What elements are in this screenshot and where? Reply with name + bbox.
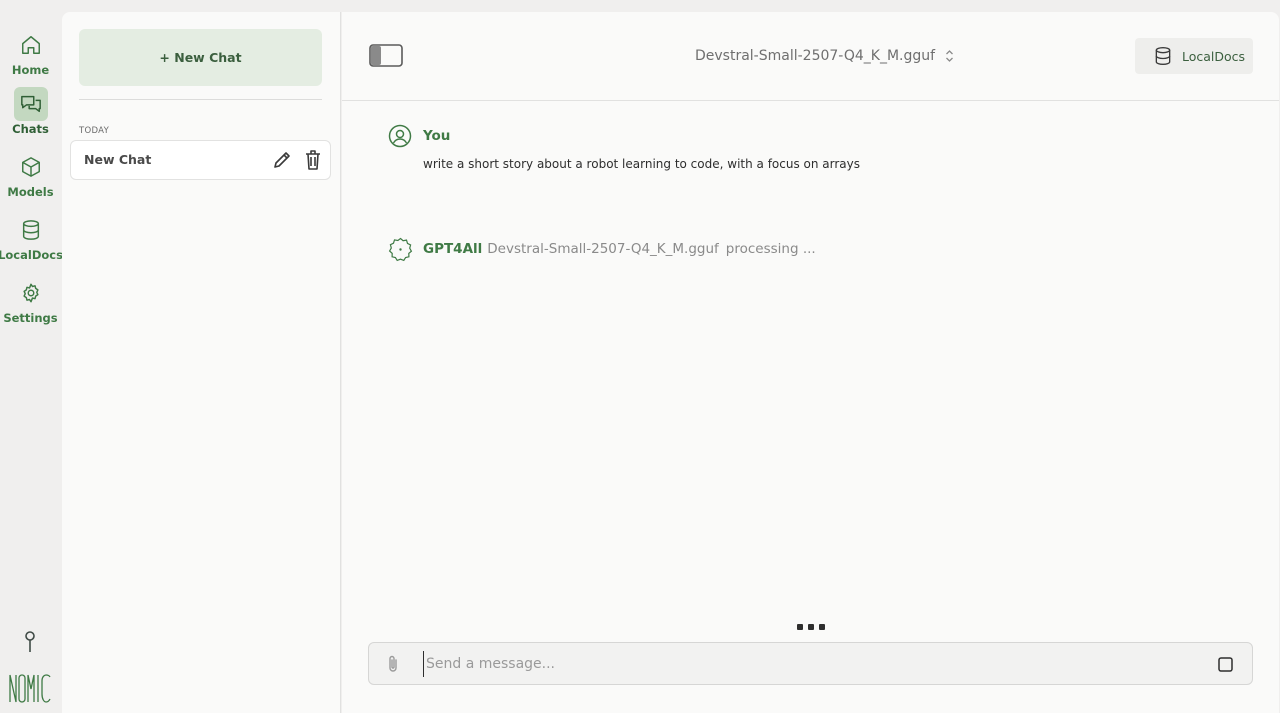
nav-rail: Home Chats Models LocalDocs Settings (0, 0, 63, 713)
localdocs-button-label: LocalDocs (1182, 48, 1246, 64)
rail-label-localdocs: LocalDocs (0, 248, 63, 262)
paperclip-icon[interactable] (385, 654, 401, 674)
trash-icon[interactable] (303, 149, 323, 171)
chevron-up-down-icon (946, 50, 954, 62)
assistant-avatar-icon (388, 237, 413, 262)
rail-label-models: Models (7, 185, 54, 199)
rail-item-localdocs[interactable]: LocalDocs (0, 213, 63, 262)
chat-item-title: New Chat (84, 152, 152, 167)
pencil-icon[interactable] (271, 149, 293, 171)
model-selector-label: Devstral-Small-2507-Q4_K_M.gguf (695, 48, 936, 64)
cube-icon (14, 150, 48, 184)
rail-label-settings: Settings (3, 311, 58, 325)
chat-bubbles-icon (13, 87, 48, 121)
rail-item-models[interactable]: Models (0, 150, 61, 199)
divider (79, 99, 322, 100)
assistant-model-name: Devstral-Small-2507-Q4_K_M.gguf (487, 241, 719, 257)
chat-view: Devstral-Small-2507-Q4_K_M.gguf LocalDoc… (342, 12, 1279, 713)
gear-icon (14, 276, 48, 310)
localdocs-button[interactable]: LocalDocs (1135, 38, 1253, 74)
message-composer (368, 642, 1253, 685)
database-icon (1155, 47, 1171, 66)
rail-item-settings[interactable]: Settings (0, 276, 61, 325)
rail-label-chats: Chats (12, 122, 49, 136)
new-chat-button[interactable]: + New Chat (79, 29, 322, 86)
assistant-message-header: GPT4All Devstral-Small-2507-Q4_K_M.gguf … (423, 241, 816, 257)
stop-generating-icon[interactable] (1217, 656, 1234, 673)
assistant-status: processing ... (725, 241, 816, 257)
rail-label-home: Home (11, 63, 50, 77)
user-message-author: You (423, 128, 451, 144)
nomic-logo (9, 674, 51, 703)
user-avatar-icon (388, 124, 412, 148)
header-divider (342, 100, 1279, 101)
assistant-message-author: GPT4All (423, 241, 483, 257)
user-message-text: write a short story about a robot learni… (423, 157, 861, 171)
rail-item-chats[interactable]: Chats (0, 87, 61, 136)
sidebar-toggle-icon[interactable] (369, 44, 403, 67)
chat-list-item[interactable]: New Chat (70, 140, 331, 180)
model-selector[interactable]: Devstral-Small-2507-Q4_K_M.gguf (695, 44, 954, 68)
message-input[interactable] (423, 651, 1203, 677)
home-icon (14, 28, 48, 62)
database-icon (14, 213, 48, 247)
typing-indicator (797, 624, 825, 630)
rail-item-home[interactable]: Home (0, 28, 61, 77)
chat-list-panel: + New Chat TODAY New Chat (62, 12, 341, 713)
pin-icon[interactable] (20, 630, 40, 654)
section-label-today: TODAY (79, 126, 110, 136)
